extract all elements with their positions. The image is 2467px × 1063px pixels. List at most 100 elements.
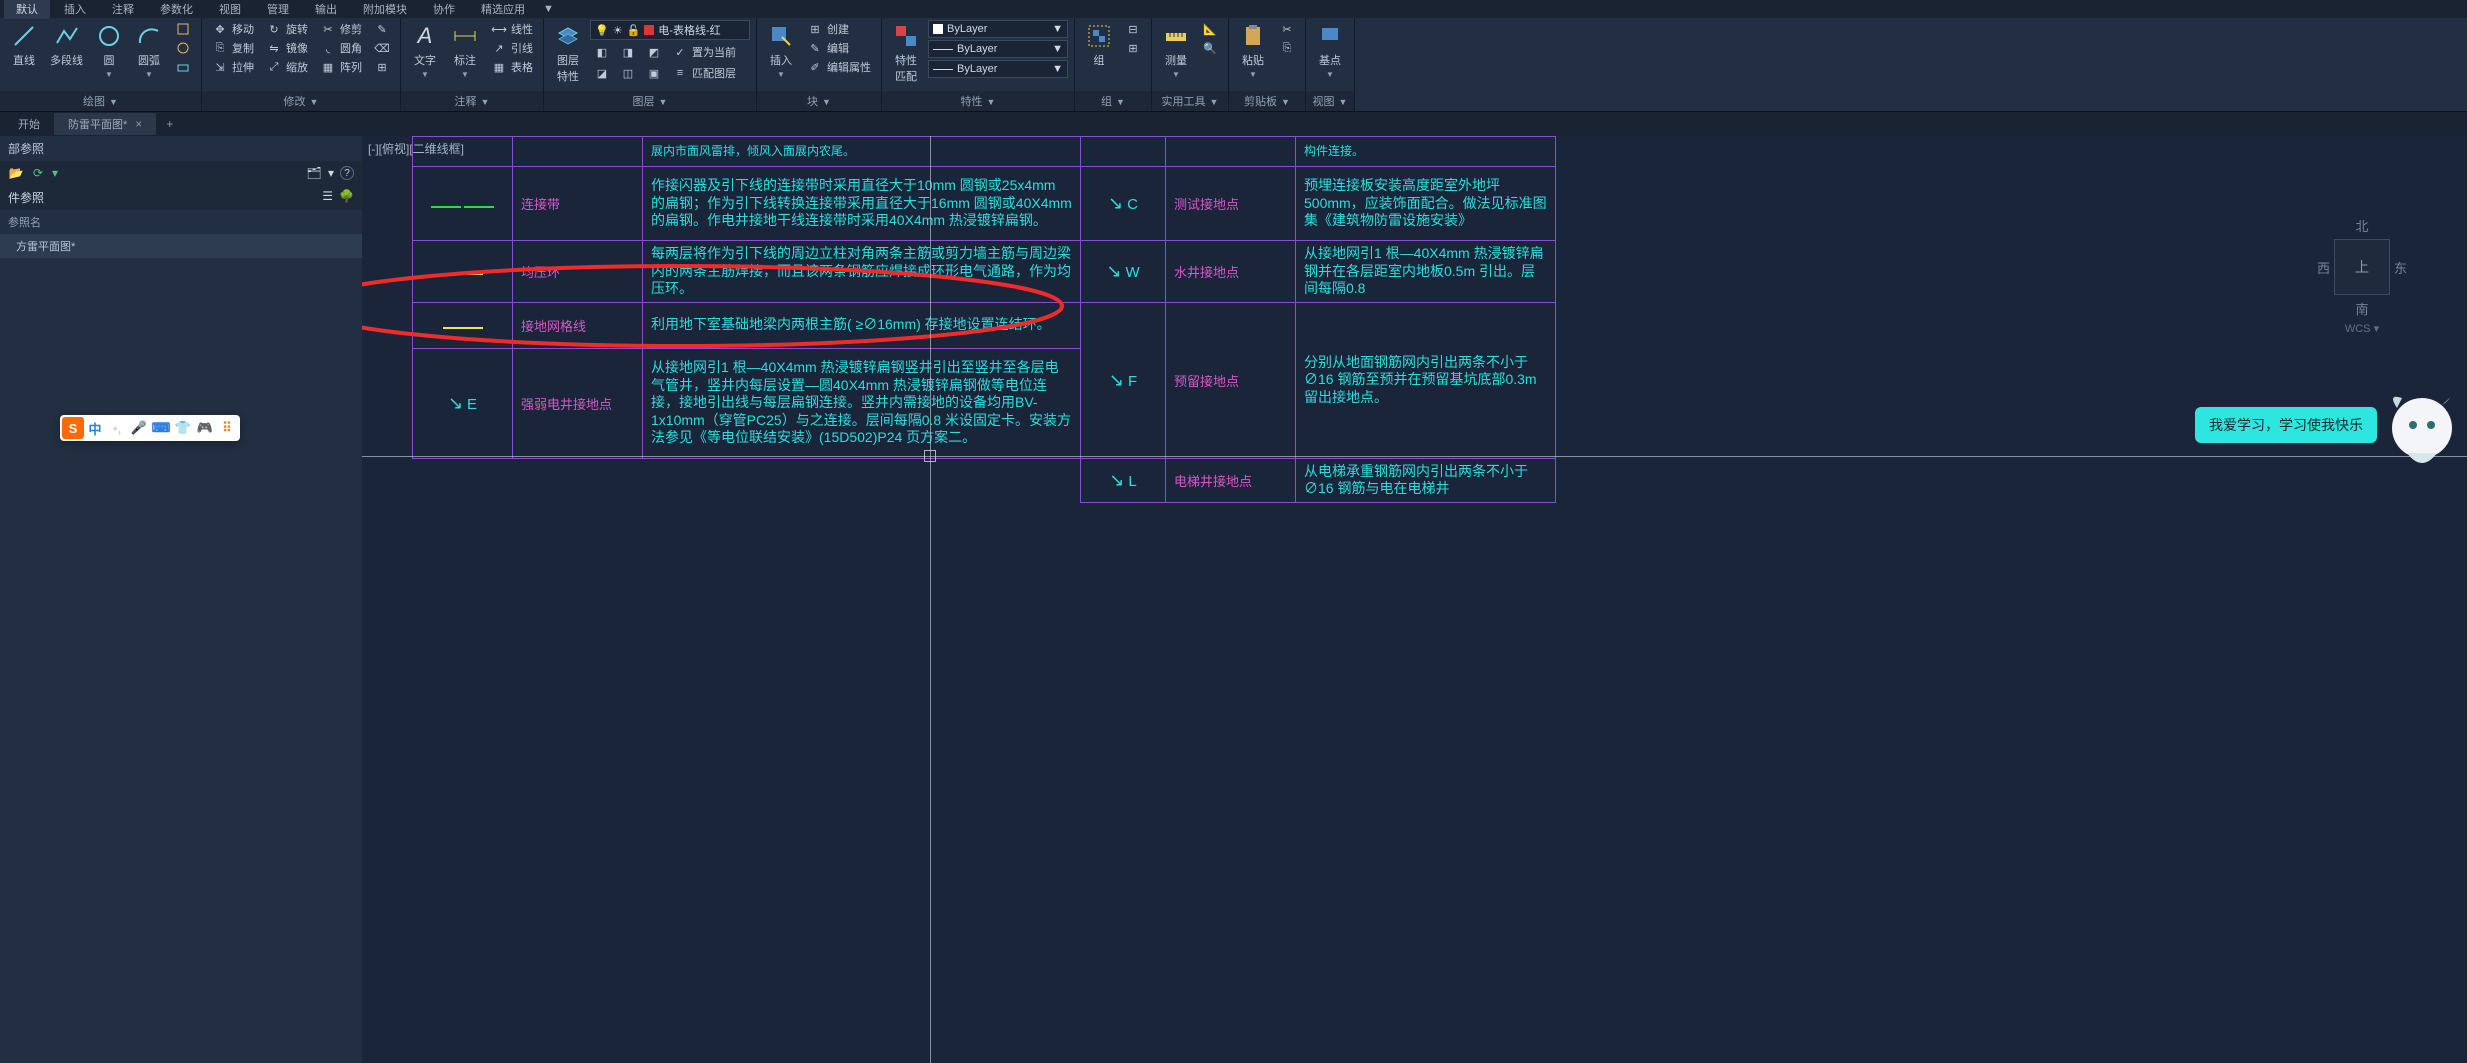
panel-properties: 特性 匹配 ByLayer▼ ByLayer▼ ByLayer▼ 特性▼ (882, 18, 1075, 111)
group-tool-1[interactable]: ⊟ (1121, 20, 1145, 38)
fillet-button[interactable]: ◟圆角 (316, 39, 366, 57)
add-tab-button[interactable]: + (156, 114, 183, 134)
modify-ex2[interactable]: ⌫ (370, 39, 394, 57)
layer-tool-3[interactable]: ◩ (642, 43, 666, 61)
table-button[interactable]: ▦表格 (487, 58, 537, 76)
viewcube-top[interactable]: 上 (2334, 239, 2390, 295)
ime-menu-icon[interactable]: ⠿ (216, 417, 238, 439)
ribbon-overflow-icon[interactable]: ▼ (543, 3, 554, 15)
copy-clip-button[interactable]: ⎘ (1275, 39, 1299, 57)
layer-tool-5[interactable]: ◫ (616, 64, 640, 82)
layer-tool-6[interactable]: ▣ (642, 64, 666, 82)
edit-attr-button[interactable]: ✐编辑属性 (803, 58, 875, 76)
move-button[interactable]: ✥移动 (208, 20, 258, 38)
circle-button[interactable]: 圆▼ (91, 20, 127, 81)
arc-button[interactable]: 圆弧▼ (131, 20, 167, 81)
file-tab-active[interactable]: 防雷平面图*× (54, 113, 156, 135)
polyline-button[interactable]: 多段线 (46, 20, 87, 70)
refresh-icon[interactable]: ⟳ (30, 165, 46, 181)
linear-dim-button[interactable]: ⟷线性 (487, 20, 537, 38)
copy-button[interactable]: ⎘复制 (208, 39, 258, 57)
ime-game-icon[interactable]: 🎮 (194, 417, 216, 439)
xref-tool-icon[interactable]: 🗂 (306, 165, 322, 181)
ime-punct-button[interactable]: •, (106, 417, 128, 439)
util-tool-1[interactable]: 📐 (1198, 20, 1222, 38)
line-button[interactable]: 直线 (6, 20, 42, 70)
crosshair-vertical (930, 136, 931, 1063)
match-layer-button[interactable]: ≡匹配图层 (668, 64, 740, 82)
ribbon-tab-insert[interactable]: 插入 (52, 0, 98, 19)
color-dropdown[interactable]: ByLayer▼ (928, 20, 1068, 38)
match-properties-button[interactable]: 特性 匹配 (888, 20, 924, 86)
ime-toolbar[interactable]: S 中 •, 🎤 ⌨ 👕 🎮 ⠿ (60, 415, 240, 441)
ime-voice-icon[interactable]: 🎤 (128, 417, 150, 439)
viewcube[interactable]: 北 西 上 东 南 WCS ▾ (2317, 216, 2407, 335)
modify-ex1[interactable]: ✎ (370, 20, 394, 38)
help-icon[interactable]: ? (340, 166, 354, 180)
panel-draw: 直线 多段线 圆▼ 圆弧▼ 绘图▼ (0, 18, 202, 111)
ribbon-tab-parametric[interactable]: 参数化 (148, 0, 205, 19)
xref-column-header[interactable]: 参照名 (0, 210, 362, 234)
layer-tool-4[interactable]: ◪ (590, 64, 614, 82)
ime-skin-icon[interactable]: 👕 (172, 417, 194, 439)
wcs-label[interactable]: WCS ▾ (2317, 322, 2407, 335)
draw-extra-2[interactable] (171, 39, 195, 57)
ribbon-tab-featured[interactable]: 精选应用 (469, 0, 537, 19)
cut-button[interactable]: ✂ (1275, 20, 1299, 38)
draw-extra-1[interactable] (171, 20, 195, 38)
ribbon-tab-default[interactable]: 默认 (4, 0, 50, 19)
ribbon-tab-annotate[interactable]: 注释 (100, 0, 146, 19)
set-current-button[interactable]: ✓置为当前 (668, 43, 740, 61)
create-block-button[interactable]: ⊞创建 (803, 20, 875, 38)
linetype-dropdown[interactable]: ByLayer▼ (928, 60, 1068, 78)
file-tab-home[interactable]: 开始 (4, 113, 54, 135)
base-point-button[interactable]: 基点▼ (1312, 20, 1348, 81)
list-view-icon[interactable]: ☰ (322, 189, 333, 206)
table-cell: 从电梯承重钢筋网内引出两条不小于∅16 钢筋与电在电梯井 (1304, 463, 1528, 497)
panel-utilities: 测量▼ 📐 🔍 实用工具▼ (1152, 18, 1229, 111)
insert-block-button[interactable]: 插入▼ (763, 20, 799, 81)
stretch-button[interactable]: ⇲拉伸 (208, 58, 258, 76)
ime-lang-button[interactable]: 中 (84, 417, 106, 439)
panel-block: 插入▼ ⊞创建 ✎编辑 ✐编辑属性 块▼ (757, 18, 882, 111)
xref-item[interactable]: 方雷平面图* (0, 234, 362, 258)
measure-button[interactable]: 测量▼ (1158, 20, 1194, 81)
mirror-button[interactable]: ⇋镜像 (262, 39, 312, 57)
panel-props-title: 特性 (961, 96, 983, 108)
leader-button[interactable]: ↗引线 (487, 39, 537, 57)
modify-ex3[interactable]: ⊞ (370, 58, 394, 76)
edit-block-button[interactable]: ✎编辑 (803, 39, 875, 57)
ime-keyboard-icon[interactable]: ⌨ (150, 417, 172, 439)
xref-attach-icon[interactable]: 📂 (8, 165, 24, 181)
draw-extra-3[interactable] (171, 58, 195, 76)
trim-button[interactable]: ✂修剪 (316, 20, 366, 38)
tree-view-icon[interactable]: 🌳 (339, 189, 354, 206)
paste-button[interactable]: 粘贴▼ (1235, 20, 1271, 81)
lineweight-dropdown[interactable]: ByLayer▼ (928, 40, 1068, 58)
xref-panel: 部参照 📂 ⟳ ▾ 🗂 ▾ ? 件参照 ☰ 🌳 参照名 方雷平面图* (0, 136, 362, 1063)
dimension-button[interactable]: 标注▼ (447, 20, 483, 81)
util-tool-2[interactable]: 🔍 (1198, 39, 1222, 57)
layer-tool-1[interactable]: ◧ (590, 43, 614, 61)
group-button[interactable]: 组 (1081, 20, 1117, 70)
arrow-symbol: ↘ (1109, 370, 1124, 390)
ime-logo-icon[interactable]: S (62, 417, 84, 439)
assistant-character[interactable] (2367, 383, 2467, 503)
ribbon-tab-addins[interactable]: 附加模块 (351, 0, 419, 19)
ribbon-tab-output[interactable]: 输出 (303, 0, 349, 19)
layer-properties-button[interactable]: 图层 特性 (550, 20, 586, 86)
ribbon-tab-collab[interactable]: 协作 (421, 0, 467, 19)
array-button[interactable]: ▦阵列 (316, 58, 366, 76)
ribbon-tab-manage[interactable]: 管理 (255, 0, 301, 19)
panel-modify-title: 修改 (284, 96, 306, 108)
drawing-canvas[interactable]: [-][俯视][二维线框] 展内市面风雷排，倾风入面展内农尾。 构件连接。 连接… (362, 136, 2467, 1063)
close-icon[interactable]: × (135, 117, 142, 131)
scale-button[interactable]: ⤢缩放 (262, 58, 312, 76)
ribbon-tab-view[interactable]: 视图 (207, 0, 253, 19)
group-tool-2[interactable]: ⊞ (1121, 39, 1145, 57)
layer-dropdown[interactable]: 💡 ☀ 🔓 电-表格线-红 (590, 20, 750, 40)
rotate-button[interactable]: ↻旋转 (262, 20, 312, 38)
panel-clipboard: 粘贴▼ ✂ ⎘ 剪贴板▼ (1229, 18, 1306, 111)
text-button[interactable]: A文字▼ (407, 20, 443, 81)
layer-tool-2[interactable]: ◨ (616, 43, 640, 61)
